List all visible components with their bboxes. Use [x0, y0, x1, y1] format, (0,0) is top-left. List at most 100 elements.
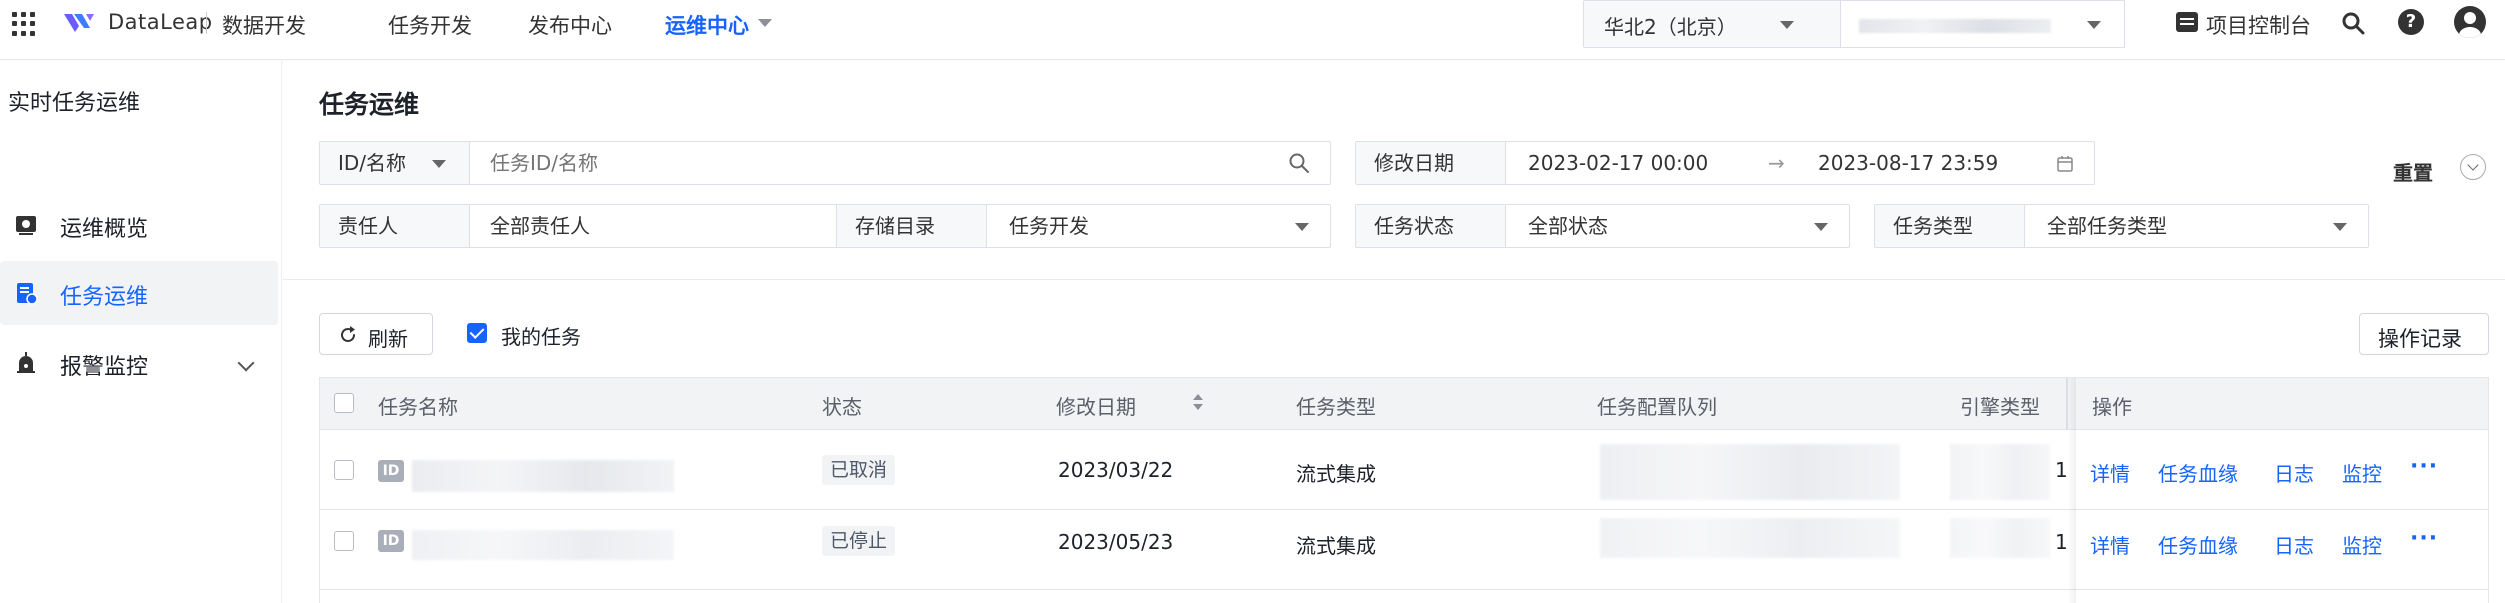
operation-log-button[interactable]: 操作记录: [2359, 313, 2489, 355]
date-start[interactable]: 2023-02-17 00:00: [1528, 142, 1708, 184]
task-ops-icon: [17, 283, 38, 305]
task-type-value: 全部任务类型: [2047, 214, 2167, 238]
sidebar-item-overview[interactable]: 运维概览: [0, 193, 278, 257]
lineage-link[interactable]: 任务血缘: [2158, 458, 2238, 487]
sidebar-item-task-ops[interactable]: 任务运维: [0, 261, 278, 325]
search-icon[interactable]: [2340, 10, 2366, 36]
chevron-down-icon[interactable]: [237, 354, 255, 372]
monitor-link[interactable]: 监控: [2342, 530, 2382, 559]
region-value: 华北2（北京）: [1604, 15, 1737, 39]
nav-ops-center[interactable]: 运维中心: [665, 10, 749, 40]
alarm-icon: [17, 352, 35, 373]
nav-task-dev[interactable]: 任务开发: [388, 10, 472, 40]
id-tag: ID: [378, 460, 404, 482]
refresh-button[interactable]: 刷新: [319, 313, 433, 355]
row-checkbox[interactable]: [334, 460, 354, 480]
sidebar-item-label: 报警监控: [60, 355, 149, 380]
engine-type-suffix: 1: [2055, 458, 2068, 482]
chevron-down-icon: [2087, 21, 2101, 29]
col-actions: 操作: [2092, 395, 2132, 419]
owner-value: 全部责任人: [490, 214, 590, 238]
engine-type-redacted: [1950, 518, 2050, 558]
help-icon[interactable]: ?: [2398, 9, 2424, 35]
sidebar-item-alarm[interactable]: 报警监控: [0, 331, 278, 395]
id-name-type-select[interactable]: ID/名称: [320, 142, 470, 184]
chevron-down-icon: [2333, 223, 2347, 231]
task-type: 流式集成: [1296, 462, 1376, 486]
chevron-down-icon: [1295, 223, 1309, 231]
engine-type-suffix: 1: [2055, 530, 2068, 554]
my-tasks-checkbox[interactable]: [467, 323, 487, 343]
section-divider: [283, 279, 2505, 280]
config-queue-redacted: [1600, 444, 1900, 500]
task-status-label: 任务状态: [1356, 205, 1506, 247]
chevron-down-icon: [432, 160, 446, 168]
main-content: 任务运维 ID/名称 修改日期 2023-02-17 00:00 → 2023-…: [283, 61, 2505, 603]
task-name-redacted[interactable]: [412, 530, 674, 560]
brand-name: DataLeap: [108, 10, 213, 34]
col-task-type: 任务类型: [1296, 395, 1376, 419]
operation-log-label: 操作记录: [2378, 328, 2462, 351]
task-status-filter[interactable]: 任务状态 全部状态: [1355, 204, 1850, 248]
brand-subtitle: 数据开发: [222, 14, 306, 38]
id-name-filter: ID/名称: [319, 141, 1331, 185]
storage-dir-label: 存储目录: [837, 205, 987, 247]
avatar[interactable]: [2454, 6, 2486, 38]
more-actions-icon[interactable]: ···: [2410, 454, 2438, 479]
status-badge: 已取消: [822, 455, 896, 485]
col-modify-date[interactable]: 修改日期: [1056, 391, 1136, 420]
nav-publish-center[interactable]: 发布中心: [528, 10, 612, 40]
dataleap-logo-icon: [64, 14, 94, 32]
sort-icon[interactable]: [1192, 391, 1204, 413]
log-link[interactable]: 日志: [2274, 530, 2314, 559]
chevron-down-icon: [1780, 21, 1794, 29]
storage-dir-value: 任务开发: [1009, 214, 1089, 238]
collapse-filters-icon[interactable]: [2460, 154, 2486, 180]
detail-link[interactable]: 详情: [2090, 458, 2130, 487]
task-type-filter[interactable]: 任务类型 全部任务类型: [1874, 204, 2369, 248]
top-nav: DataLeap 数据开发 任务开发 发布中心 运维中心 华北2（北京） 项目控…: [0, 0, 2505, 60]
log-link[interactable]: 日志: [2274, 458, 2314, 487]
overview-icon: [16, 216, 36, 235]
search-icon[interactable]: [1288, 152, 1310, 174]
col-config-queue: 任务配置队列: [1597, 395, 1717, 419]
detail-link[interactable]: 详情: [2090, 530, 2130, 559]
project-console-link[interactable]: 项目控制台: [2206, 10, 2311, 40]
search-input[interactable]: [472, 142, 1272, 184]
task-status-value: 全部状态: [1528, 214, 1608, 238]
task-name-redacted[interactable]: [412, 460, 674, 492]
date-end[interactable]: 2023-08-17 23:59: [1818, 142, 1998, 184]
engine-type-redacted: [1950, 444, 2050, 500]
table-row[interactable]: ID 已停止 2023/05/23 流式集成 1 详情 任务血缘 日志 监控 ·…: [320, 510, 2488, 590]
sidebar-title: 实时任务运维: [8, 91, 141, 116]
owner-label: 责任人: [320, 205, 470, 247]
select-all-checkbox[interactable]: [334, 393, 354, 413]
page-title: 任务运维: [319, 90, 420, 119]
task-type-label: 任务类型: [1875, 205, 2025, 247]
task-table: 任务名称 状态 修改日期 任务类型 任务配置队列 引擎类型 操作 ID 已取消 …: [319, 377, 2489, 603]
more-actions-icon[interactable]: ···: [2410, 526, 2438, 551]
table-header: 任务名称 状态 修改日期 任务类型 任务配置队列 引擎类型 操作: [320, 378, 2488, 430]
fixed-column-shadow: [2068, 378, 2076, 603]
project-select[interactable]: [1840, 0, 2125, 48]
nav-dropdown-icon[interactable]: [758, 19, 772, 27]
task-type: 流式集成: [1296, 534, 1376, 558]
my-tasks-label[interactable]: 我的任务: [501, 321, 581, 350]
calendar-icon[interactable]: [2056, 155, 2074, 173]
col-task-name: 任务名称: [378, 395, 458, 419]
lineage-link[interactable]: 任务血缘: [2158, 530, 2238, 559]
modify-date-filter[interactable]: 修改日期 2023-02-17 00:00 → 2023-08-17 23:59: [1355, 141, 2095, 185]
col-engine-type: 引擎类型: [1960, 395, 2040, 419]
storage-dir-filter[interactable]: 存储目录 任务开发: [836, 204, 1331, 248]
reset-button[interactable]: 重置: [2393, 157, 2433, 186]
refresh-icon: [341, 326, 355, 342]
row-checkbox[interactable]: [334, 531, 354, 551]
table-row[interactable]: ID 已取消 2023/03/22 流式集成 1 详情 任务血缘 日志 监控 ·…: [320, 430, 2488, 510]
id-name-label: ID/名称: [338, 151, 407, 175]
modify-date: 2023/05/23: [1058, 530, 1174, 554]
app-grid-icon[interactable]: [12, 12, 36, 36]
region-select[interactable]: 华北2（北京）: [1583, 0, 1841, 48]
console-icon[interactable]: [2176, 12, 2198, 32]
col-status: 状态: [822, 395, 862, 419]
monitor-link[interactable]: 监控: [2342, 458, 2382, 487]
